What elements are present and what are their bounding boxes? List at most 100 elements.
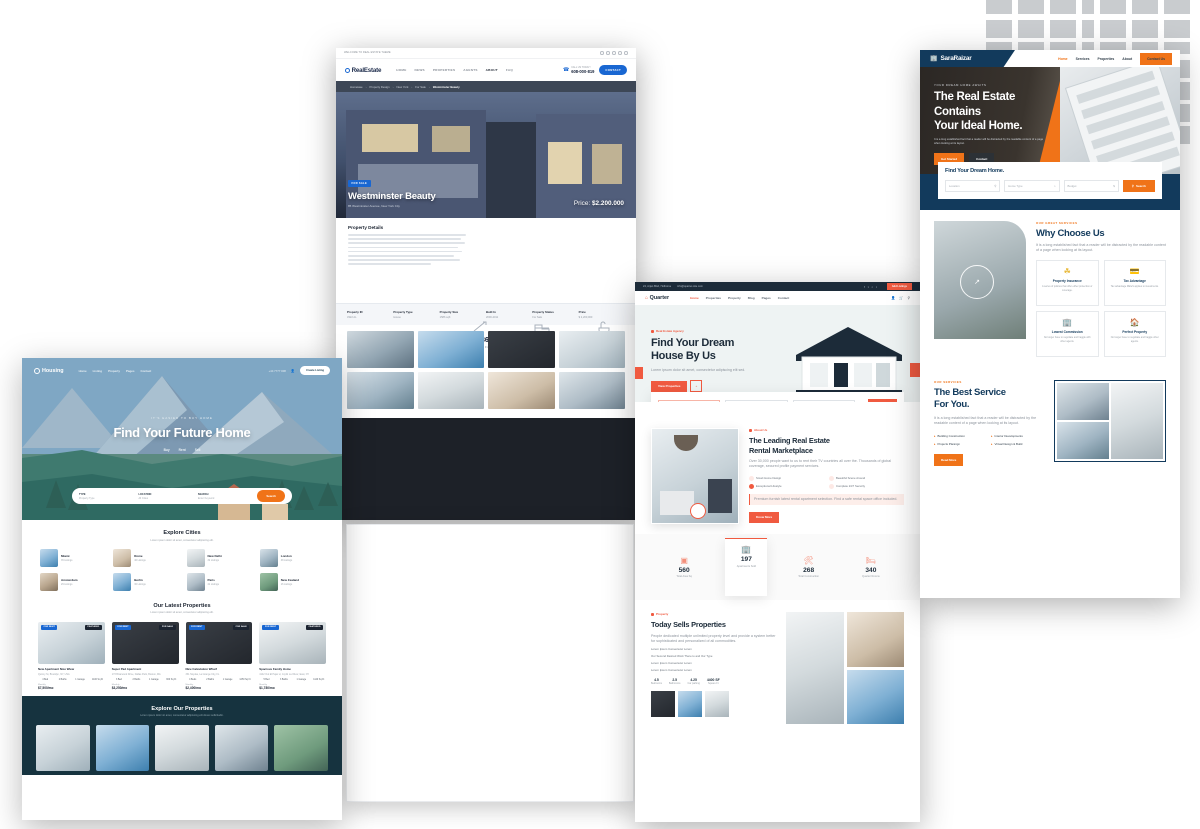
menu-item-pages[interactable]: Pages <box>126 369 135 373</box>
play-button[interactable] <box>690 503 706 519</box>
menu-item-properties[interactable]: Properties <box>706 296 721 300</box>
quarter-search-bar[interactable]: Choose Area ▾ Property Status ▾ Property… <box>651 392 904 402</box>
facebook-icon[interactable]: f <box>864 285 865 289</box>
hero-tabs[interactable]: Buy Rent Sell <box>22 448 342 452</box>
linkedin-icon[interactable]: i <box>876 285 877 289</box>
explore-image[interactable] <box>214 725 269 771</box>
sara-search-card[interactable]: Find Your Dream Home. Location ⚲ Home Ty… <box>938 162 1162 199</box>
template-realestate-detail[interactable]: WELCOME TO REAL ESTATE THEME RealEstate … <box>336 48 636 520</box>
city-card[interactable]: Berlin 30 Listings <box>113 572 177 591</box>
gallery-thumb[interactable] <box>488 331 555 368</box>
menu-item-contact[interactable]: Contact <box>141 369 152 373</box>
menu-item-agents[interactable]: AGENTS <box>463 68 477 72</box>
tab-rent[interactable]: Rent <box>179 448 186 452</box>
housing-search-bar[interactable]: TYPE Property Type LOCATION All Cities S… <box>72 488 292 504</box>
card-lowest-commission[interactable]: 🏢 Lowest Commission No longer have to ne… <box>1036 311 1099 358</box>
cities-grid[interactable]: Miami 35 Listings Rome 40 Listings New D… <box>36 548 328 591</box>
quarter-logo[interactable]: ⌂ Quarter <box>645 295 669 301</box>
twitter-icon[interactable]: t <box>868 285 869 289</box>
breadcrumb-item-2[interactable]: New York <box>397 85 409 89</box>
explore-image[interactable] <box>36 725 90 771</box>
property-image[interactable]: FOR RENT FOR SALE <box>185 622 253 664</box>
menu-item-blog[interactable]: Blog <box>748 296 755 300</box>
thumbnail[interactable] <box>678 691 702 718</box>
gallery-thumb[interactable] <box>558 372 625 409</box>
gallery-thumb[interactable] <box>417 372 484 409</box>
service-image-tall[interactable] <box>1111 383 1163 460</box>
explore-image[interactable] <box>274 725 328 771</box>
breadcrumb[interactable]: Homeiase › Property Design › New York › … <box>336 81 636 92</box>
property-card[interactable]: FOR RENT FEATURED New Apartment Nice Wie… <box>38 622 105 690</box>
gallery-thumb[interactable] <box>417 331 484 368</box>
keyword-field[interactable]: SEARCH Enter Keyword <box>198 493 251 500</box>
menu-item-home[interactable]: Home <box>79 369 87 373</box>
instagram-icon[interactable]: ○ <box>872 285 874 289</box>
quarter-menu[interactable]: Home Properties Property Blog Pages Cont… <box>690 296 789 300</box>
phone-number[interactable]: +44 7777 008 <box>269 369 286 373</box>
social-icons[interactable]: f t ○ i <box>864 285 877 289</box>
read-more-button[interactable]: Read More <box>934 453 964 466</box>
housing-nav-right[interactable]: +44 7777 008 👤 Create Listing <box>269 366 330 375</box>
sara-navbar[interactable]: 🏢 SaraRaizar Home Services Properties Ab… <box>920 50 1180 67</box>
search-icon[interactable]: ⚲ <box>908 296 910 300</box>
template-quarter[interactable]: 24, Arjan Blvd, Holborne info@quarter-si… <box>635 282 920 822</box>
menu-item-faq[interactable]: FAQ <box>506 68 513 72</box>
linkedin-icon[interactable] <box>618 51 622 55</box>
menu-item-services[interactable]: Services <box>1076 57 1090 61</box>
realestate-logo[interactable]: RealEstate <box>345 67 381 74</box>
card-perfect-property[interactable]: 🏠 Perfect Property No longer have to neg… <box>1103 311 1166 358</box>
today-image-2[interactable] <box>846 669 904 724</box>
menu-item-home[interactable]: Home <box>690 296 699 300</box>
housing-menu[interactable]: Home Listing Property Pages Contact <box>79 369 152 373</box>
property-type-select[interactable]: Property Type ▾ <box>792 399 855 402</box>
social-icons[interactable] <box>600 51 628 55</box>
cart-icon[interactable]: 🛒 <box>899 296 903 300</box>
city-card[interactable]: New Delhi 32 Listings <box>186 548 251 567</box>
service-image-1[interactable] <box>1057 383 1109 421</box>
home-type-field[interactable]: Home Type ⌂ <box>1004 180 1060 192</box>
city-card[interactable]: Paris 41 Listings <box>186 572 251 591</box>
add-listings-button[interactable]: Add Listings <box>886 282 912 291</box>
menu-item-contact[interactable]: Contact <box>778 296 790 300</box>
property-image[interactable]: FOR RENT FEATURED <box>38 622 105 664</box>
menu-item-pages[interactable]: Pages <box>762 296 771 300</box>
sara-logo[interactable]: 🏢 SaraRaizar <box>920 50 1015 67</box>
menu-item-news[interactable]: NEWS <box>415 68 425 72</box>
quarter-nav-icons[interactable]: 👤 🛒 ⚲ <box>891 296 910 300</box>
sara-menu[interactable]: Home Services Properties About Contact U… <box>1058 52 1180 65</box>
city-card[interactable]: Amsterdam 29 Listings <box>40 572 104 591</box>
find-now-button[interactable]: Find Now <box>868 399 897 402</box>
location-field[interactable]: Location ⚲ <box>945 180 1001 192</box>
menu-item-about[interactable]: About <box>1122 57 1132 61</box>
search-button[interactable]: ⚲ Search <box>1122 180 1156 192</box>
why-choose-cards[interactable]: ☘ Property Insurance A series of policie… <box>1036 260 1166 358</box>
template-sararaizar[interactable]: 🏢 SaraRaizar Home Services Properties Ab… <box>920 50 1180 598</box>
menu-item-property[interactable]: Property <box>108 369 120 373</box>
menu-item-properties[interactable]: Properties <box>1098 57 1115 61</box>
city-card[interactable]: New Zealand 16 Listings <box>259 572 324 591</box>
search-button[interactable]: Search <box>257 490 286 502</box>
tab-buy[interactable]: Buy <box>164 448 170 452</box>
best-service-image-grid[interactable] <box>1054 380 1166 463</box>
realestate-nav-right[interactable]: ☎ CALL US TODAY! 608-000-819 CONTACT <box>563 65 627 75</box>
quarter-navbar[interactable]: ⌂ Quarter Home Properties Property Blog … <box>635 291 920 305</box>
gallery-thumb[interactable] <box>558 331 625 368</box>
user-icon[interactable]: 👤 <box>891 296 895 300</box>
phone-number[interactable]: 608-000-819 <box>571 69 594 74</box>
tab-sell[interactable]: Sell <box>195 448 201 452</box>
thumbnail[interactable] <box>651 691 675 718</box>
property-card[interactable]: FOR RENT FEATURED Spacious Family Home 4… <box>259 622 326 690</box>
menu-item-home[interactable]: HOME <box>396 68 406 72</box>
budget-field[interactable]: Budget $ <box>1063 180 1119 192</box>
thumbnail[interactable] <box>705 691 729 718</box>
city-card[interactable]: London 38 Listings <box>259 548 324 567</box>
twitter-icon[interactable] <box>606 51 610 55</box>
housing-navbar[interactable]: Housing Home Listing Property Pages Cont… <box>22 366 342 375</box>
marketplace-image[interactable] <box>651 428 739 524</box>
card-property-insurance[interactable]: ☘ Property Insurance A series of policie… <box>1036 260 1099 307</box>
explore-image[interactable] <box>95 725 150 771</box>
explore-grid[interactable] <box>36 725 328 771</box>
service-image-2[interactable] <box>1057 422 1109 460</box>
view-properties-button[interactable]: View Properties <box>651 380 688 392</box>
know-more-button[interactable]: Know More <box>749 511 780 523</box>
